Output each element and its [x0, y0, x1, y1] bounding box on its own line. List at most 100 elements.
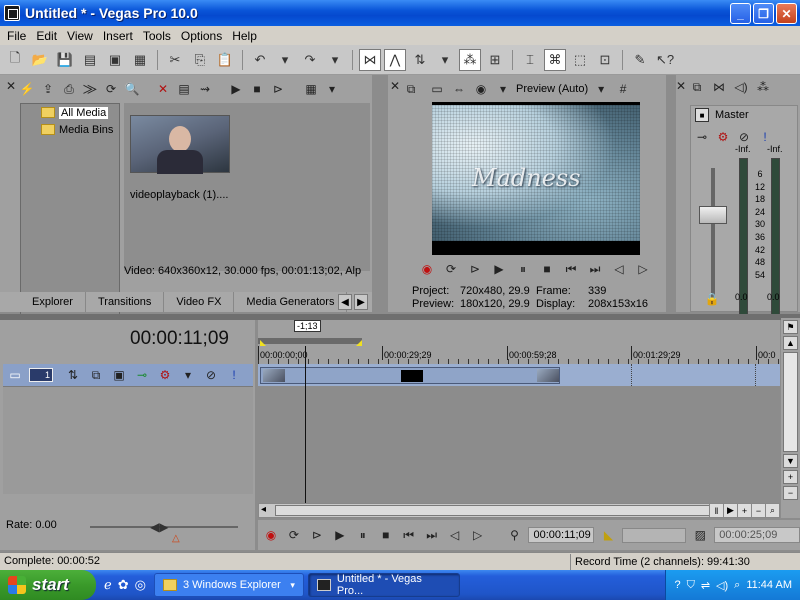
- track-envelope-icon[interactable]: ⊸: [133, 366, 151, 384]
- track-fx-dropdown-icon[interactable]: ▾: [179, 366, 197, 384]
- maximize-button[interactable]: ❐: [753, 3, 774, 24]
- track-fx-icon[interactable]: ▣: [110, 366, 128, 384]
- media-properties-icon[interactable]: ▤: [175, 80, 193, 98]
- menu-options[interactable]: Options: [176, 29, 227, 43]
- views-icon[interactable]: ⨠: [81, 80, 99, 98]
- video-track-lane[interactable]: [258, 364, 780, 386]
- play-icon[interactable]: ▶: [331, 526, 349, 544]
- zoom-edit-tool-icon[interactable]: ⊡: [594, 49, 616, 71]
- open-icon[interactable]: 📂: [29, 49, 51, 71]
- view-dropdown-icon[interactable]: ▾: [323, 80, 341, 98]
- search-media-icon[interactable]: 🔍: [123, 80, 141, 98]
- zoom-tool-icon[interactable]: ⌕: [765, 504, 779, 517]
- stop-media-icon[interactable]: ■: [248, 80, 266, 98]
- tab-video-fx[interactable]: Video FX: [164, 292, 235, 312]
- import-media-icon[interactable]: ⇪: [39, 80, 57, 98]
- zoom-out-track-icon[interactable]: −: [783, 486, 798, 500]
- track-header-body[interactable]: [3, 386, 253, 494]
- zoom-out-time-icon[interactable]: −: [751, 504, 765, 517]
- video-output-fx-icon[interactable]: ⧉: [402, 80, 420, 98]
- downmix-icon[interactable]: ⋈: [710, 78, 728, 96]
- loop-region-bar[interactable]: [258, 338, 362, 344]
- panel-grip[interactable]: [5, 101, 15, 281]
- zoom-in-track-icon[interactable]: +: [783, 470, 798, 484]
- go-to-end-icon[interactable]: ⏭: [423, 526, 441, 544]
- menu-tools[interactable]: Tools: [138, 29, 176, 43]
- pause-icon[interactable]: ⏸: [514, 260, 532, 278]
- internet-explorer-icon[interactable]: ℯ: [104, 577, 112, 593]
- track-solo-icon[interactable]: !: [225, 366, 243, 384]
- vertical-scroll-thumb[interactable]: [783, 352, 798, 452]
- go-to-start-icon[interactable]: ⏮: [562, 260, 580, 278]
- tab-explorer[interactable]: Explorer: [0, 292, 86, 312]
- menu-file[interactable]: File: [2, 29, 31, 43]
- loop-playback-icon[interactable]: ⟳: [285, 526, 303, 544]
- taskbar-item-explorer[interactable]: 3 Windows Explorer ▾: [153, 573, 304, 597]
- tab-media-generators[interactable]: Media Generators: [234, 292, 348, 312]
- firefox-icon[interactable]: ◎: [135, 577, 146, 593]
- zoom-in-time-icon[interactable]: +: [737, 504, 751, 517]
- menu-edit[interactable]: Edit: [31, 29, 62, 43]
- play-from-start-icon[interactable]: ⊳: [308, 526, 326, 544]
- redo-icon[interactable]: ↷: [299, 49, 321, 71]
- normal-edit-tool-icon[interactable]: ⌶: [519, 49, 541, 71]
- media-player-icon[interactable]: ✿: [118, 577, 129, 593]
- lock-envelopes-icon[interactable]: ⁂: [459, 48, 481, 71]
- ripple-dropdown-icon[interactable]: ▾: [434, 49, 456, 71]
- scroll-down-icon[interactable]: ▼: [783, 454, 798, 468]
- external-monitor-icon[interactable]: ▭: [428, 80, 446, 98]
- previous-frame-icon[interactable]: ◁: [446, 526, 464, 544]
- master-fx-icon[interactable]: ⚙: [714, 128, 732, 146]
- snapping-icon[interactable]: ⋈: [359, 48, 381, 71]
- view-mode-icon[interactable]: ▦: [302, 80, 320, 98]
- help-tray-icon[interactable]: ?: [674, 579, 680, 591]
- overlays-icon[interactable]: #: [614, 80, 632, 98]
- track-composite-icon[interactable]: ⧉: [87, 366, 105, 384]
- master-bus-icon[interactable]: ■: [695, 108, 709, 122]
- undo-icon[interactable]: ↶: [249, 49, 271, 71]
- master-fader-track[interactable]: [711, 168, 715, 302]
- dim-output-icon[interactable]: ◁): [732, 78, 750, 96]
- menu-help[interactable]: Help: [227, 29, 262, 43]
- tab-scroll-right-icon[interactable]: ▶: [354, 294, 368, 310]
- eraser-icon[interactable]: ✎: [629, 49, 651, 71]
- search-tray-icon[interactable]: ⌕: [734, 579, 740, 592]
- scroll-up-icon[interactable]: ▲: [783, 336, 798, 350]
- next-frame-icon[interactable]: ▷: [634, 260, 652, 278]
- save-as-icon[interactable]: ▤: [79, 49, 101, 71]
- new-project-icon[interactable]: 🗋: [4, 49, 26, 71]
- track-mute-icon[interactable]: ⊘: [202, 366, 220, 384]
- timeline-empty-area[interactable]: [258, 386, 780, 494]
- next-frame-icon[interactable]: ▷: [469, 526, 487, 544]
- render-icon[interactable]: ▣: [104, 49, 126, 71]
- selection-edit-tool-icon[interactable]: ⬚: [569, 49, 591, 71]
- record-icon[interactable]: ◉: [418, 260, 436, 278]
- whats-this-help-icon[interactable]: ↖?: [654, 49, 676, 71]
- paste-icon[interactable]: 📋: [214, 49, 236, 71]
- cut-icon[interactable]: ✂: [164, 49, 186, 71]
- capture-icon[interactable]: ⎙: [60, 80, 78, 98]
- track-motion-icon[interactable]: ⇅: [64, 366, 82, 384]
- timeline-vertical-scrollbar[interactable]: ⚑ ▲ ▼ + −: [781, 318, 800, 518]
- ripple-edit-icon[interactable]: ⇅: [409, 49, 431, 71]
- start-button[interactable]: start: [0, 570, 96, 600]
- vegas-app-icon[interactable]: [4, 5, 20, 21]
- envelope-edit-tool-icon[interactable]: ⌘: [544, 48, 566, 71]
- timeline-horizontal-scrollbar[interactable]: ◂ ‖ ▶ + − ⌕: [258, 503, 780, 518]
- undo-dropdown-icon[interactable]: ▾: [274, 49, 296, 71]
- horizontal-scroll-thumb[interactable]: [275, 505, 719, 516]
- pause-icon[interactable]: ⏸: [354, 526, 372, 544]
- media-file-name[interactable]: videoplayback (1)....: [130, 189, 228, 201]
- track-header-1[interactable]: ▭ 1 ⇅ ⧉ ▣ ⊸ ⚙ ▾ ⊘ !: [3, 364, 253, 386]
- tab-transitions[interactable]: Transitions: [86, 292, 165, 312]
- preview-mode-label[interactable]: Preview (Auto): [516, 83, 588, 95]
- preview-quality-dropdown-icon[interactable]: ▾: [494, 80, 512, 98]
- properties-icon[interactable]: ▦: [129, 49, 151, 71]
- scroll-right-icon[interactable]: ▶: [723, 504, 737, 517]
- timeline-ruler[interactable]: -1;13 00:00:00;00 00:00:29;29 00:00:59;2…: [258, 320, 780, 364]
- clock[interactable]: 11:44 AM: [746, 579, 792, 591]
- network-icon[interactable]: ⇌: [701, 579, 710, 592]
- minimize-button[interactable]: _: [730, 3, 751, 24]
- remove-media-icon[interactable]: ✕: [154, 80, 172, 98]
- menu-insert[interactable]: Insert: [98, 29, 138, 43]
